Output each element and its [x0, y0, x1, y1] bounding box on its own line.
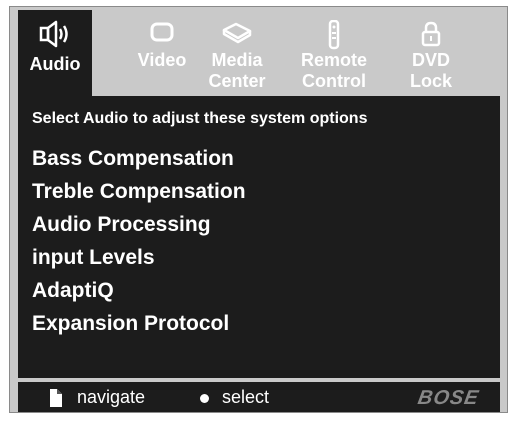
remote-icon	[292, 20, 376, 50]
tab-bar: Audio Video Media Center Remote Control …	[18, 10, 498, 96]
menu-item-input-levels[interactable]: input Levels	[32, 245, 246, 278]
navigate-icon	[48, 388, 64, 413]
tab-dvd-lock-label: DVD Lock	[409, 50, 452, 91]
tab-remote-control[interactable]: Remote Control	[292, 10, 376, 96]
tab-video-label: Video	[137, 50, 187, 70]
audio-options-menu: Bass Compensation Treble Compensation Au…	[32, 146, 246, 344]
menu-item-treble-compensation[interactable]: Treble Compensation	[32, 179, 246, 212]
navigate-hint: navigate	[77, 387, 146, 407]
panel-instruction: Select Audio to adjust these system opti…	[32, 110, 368, 127]
speaker-icon	[18, 20, 92, 50]
tab-video[interactable]: Video	[120, 10, 204, 96]
audio-options-panel: Select Audio to adjust these system opti…	[18, 96, 500, 378]
menu-item-bass-compensation[interactable]: Bass Compensation	[32, 146, 246, 179]
tab-media-center[interactable]: Media Center	[196, 10, 278, 96]
tab-remote-control-label: Remote Control	[300, 50, 367, 91]
menu-item-audio-processing[interactable]: Audio Processing	[32, 212, 246, 245]
menu-item-adaptiq[interactable]: AdaptiQ	[32, 278, 246, 311]
media-center-icon	[196, 20, 278, 50]
tab-dvd-lock[interactable]: DVD Lock	[391, 10, 471, 96]
bose-logo: BOSE	[416, 387, 481, 409]
tv-icon	[120, 20, 204, 50]
menu-item-expansion-protocol[interactable]: Expansion Protocol	[32, 311, 246, 344]
tab-audio[interactable]: Audio	[18, 10, 92, 96]
tab-audio-label: Audio	[29, 54, 81, 74]
tab-media-center-label: Media Center	[208, 50, 266, 91]
footer-bar: navigate select BOSE	[18, 382, 500, 412]
select-dot-icon	[200, 394, 209, 403]
select-hint: select	[222, 387, 270, 407]
lock-icon	[391, 20, 471, 50]
